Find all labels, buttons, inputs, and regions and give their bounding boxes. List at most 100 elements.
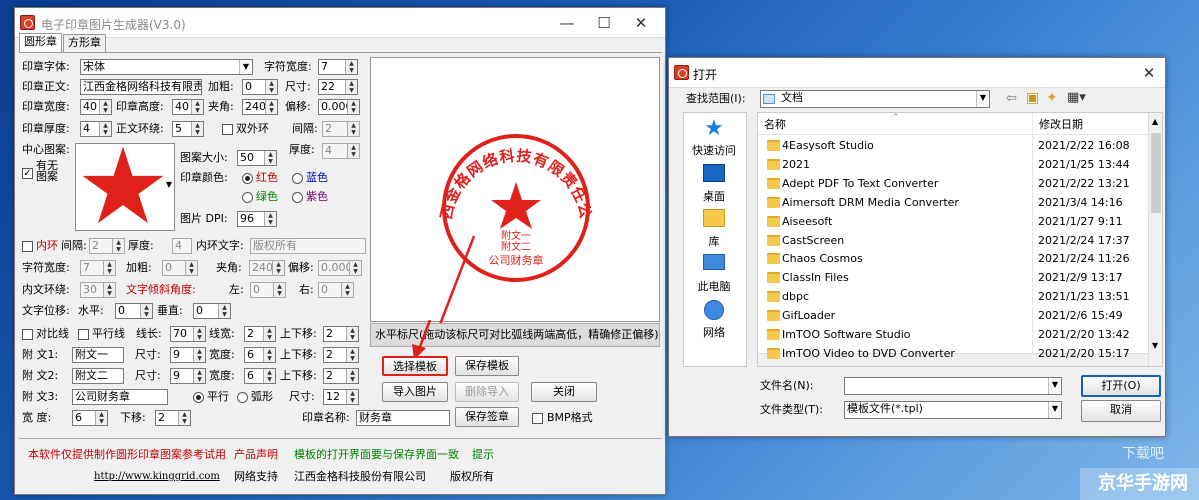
spin-icon[interactable]: ▲ ▼ (341, 283, 353, 297)
computer-icon[interactable] (703, 254, 725, 270)
inner-text-input[interactable]: 版权所有 (250, 238, 366, 254)
ann3-size-stepper[interactable]: 12 ▲ ▼ (323, 389, 359, 405)
left-stepper[interactable]: 0 ▲ ▼ (250, 282, 286, 298)
offset-stepper[interactable]: 0.000 ▲ ▼ (318, 99, 360, 115)
spin-icon[interactable]: ▲ ▼ (264, 212, 276, 226)
spin-icon[interactable]: ▲ ▼ (263, 348, 275, 362)
save-template-button[interactable]: 保存模板 (455, 356, 519, 376)
spin-icon[interactable]: ▲ ▼ (349, 261, 361, 275)
save-seal-button[interactable]: 保存签章 (455, 407, 519, 427)
chevron-down-icon[interactable]: ▼ (976, 91, 989, 107)
look-in-select[interactable]: 文档 ▼ (760, 90, 990, 108)
seal-text-input[interactable]: 江西金格网络科技有限责 (80, 79, 202, 95)
blue-radio[interactable] (292, 173, 303, 184)
spin-icon[interactable]: ▲ ▼ (178, 411, 190, 425)
file-row[interactable]: ClassIn Files 2021/2/9 13:17 (762, 268, 1157, 287)
minimize-button[interactable]: — (553, 12, 581, 34)
horiz-stepper[interactable]: 0 ▲ ▼ (115, 303, 153, 319)
spin-icon[interactable]: ▲ ▼ (193, 327, 205, 341)
double-ring-checkbox[interactable] (222, 124, 233, 135)
pic-preview[interactable]: ▼ (75, 143, 175, 231)
arc-radio[interactable] (237, 392, 248, 403)
spin-icon[interactable]: ▲ ▼ (265, 80, 277, 94)
inner-ring-checkbox[interactable] (22, 241, 33, 252)
maximize-button[interactable]: ☐ (590, 12, 618, 34)
angle-stepper[interactable]: 240 ▲ ▼ (242, 99, 278, 115)
spin-icon[interactable]: ▲ ▼ (346, 327, 358, 341)
tab-square-seal[interactable]: 方形章 (63, 34, 106, 52)
file-row[interactable]: ImTOO Video to DVD Converter 2021/2/20 15… (762, 344, 1157, 363)
new-folder-icon[interactable]: ✦ (1046, 90, 1058, 106)
dialog-close-button[interactable]: ✕ (1135, 62, 1163, 84)
angle2-stepper[interactable]: 240 ▲ ▼ (249, 260, 285, 276)
thick2-stepper[interactable]: 4 ▲ ▼ (322, 143, 360, 159)
import-image-button[interactable]: 导入图片 (382, 382, 448, 402)
spin-icon[interactable]: ▲ ▼ (263, 369, 275, 383)
file-row[interactable]: ImTOO Software Studio 2021/2/20 13:42 (762, 325, 1157, 344)
ann1-width-stepper[interactable]: 6 ▲ ▼ (244, 347, 276, 363)
seal-name-input[interactable]: 财务章 (356, 410, 450, 426)
spin-icon[interactable]: ▲ ▼ (345, 60, 357, 74)
spin-icon[interactable]: ▲ ▼ (264, 151, 276, 165)
file-row[interactable]: 4Easysoft Studio 2021/2/22 16:08 (762, 136, 1157, 155)
ring-stepper[interactable]: 5 ▲ ▼ (172, 121, 204, 137)
spin-icon[interactable]: ▲ ▼ (218, 304, 230, 318)
line-len-stepper[interactable]: 70 ▲ ▼ (170, 326, 206, 342)
font-select[interactable]: 宋体 ▼ (80, 59, 253, 75)
ann3-input[interactable]: 公司财务章 (72, 389, 168, 405)
spin-icon[interactable]: ▲ ▼ (99, 100, 111, 114)
file-row[interactable]: dbpc 2021/1/23 13:51 (762, 287, 1157, 306)
spin-icon[interactable]: ▲ ▼ (345, 80, 357, 94)
filetype-select[interactable]: 模板文件(*.tpl) ▼ (844, 401, 1062, 419)
column-name[interactable]: 名称 (764, 117, 786, 133)
chevron-down-icon[interactable]: ▼ (166, 180, 172, 189)
chevron-down-icon[interactable]: ▼ (1048, 378, 1061, 394)
char-width-stepper[interactable]: 7 ▲ ▼ (318, 59, 358, 75)
spin-icon[interactable]: ▲ ▼ (346, 369, 358, 383)
inner-thick-stepper[interactable]: 4 (172, 238, 192, 254)
gap-stepper[interactable]: 2 ▲ ▼ (322, 121, 360, 137)
spin-icon[interactable]: ▲ ▼ (263, 327, 275, 341)
file-row[interactable]: Aimersoft DRM Media Converter 2021/3/4 14… (762, 193, 1157, 212)
column-date[interactable]: 修改日期 (1039, 117, 1083, 133)
spin-icon[interactable]: ▲ ▼ (347, 100, 359, 114)
ann1-updown-stepper[interactable]: 2 ▲ ▼ (323, 347, 359, 363)
file-row[interactable]: Aiseesoft 2021/1/27 9:11 (762, 212, 1157, 231)
seal-height-stepper[interactable]: 40 ▲ ▼ (172, 99, 204, 115)
spin-icon[interactable]: ▲ ▼ (346, 348, 358, 362)
file-row[interactable]: Chaos Cosmos 2021/2/24 11:26 (762, 249, 1157, 268)
bold2-stepper[interactable]: 0 ▲ ▼ (162, 260, 198, 276)
file-row[interactable]: GifLoader 2021/2/6 15:49 (762, 306, 1157, 325)
red-radio[interactable] (242, 173, 253, 184)
ann2-input[interactable]: 附文二 (72, 368, 124, 384)
close-button[interactable]: 关闭 (531, 382, 597, 402)
file-row[interactable]: CastScreen 2021/2/24 17:37 (762, 231, 1157, 250)
scroll-up-icon[interactable]: ▲ (1152, 117, 1158, 126)
right-stepper[interactable]: 0 ▲ ▼ (318, 282, 354, 298)
product-statement-link[interactable]: 产品声明 (234, 447, 278, 463)
ann2-updown-stepper[interactable]: 2 ▲ ▼ (323, 368, 359, 384)
compare-line-checkbox[interactable] (22, 329, 33, 340)
nav-desktop[interactable]: 桌面 (685, 188, 743, 204)
width-stepper[interactable]: 6 ▲ ▼ (72, 410, 108, 426)
ann2-size-stepper[interactable]: 9 ▲ ▼ (170, 368, 206, 384)
quick-access-icon[interactable]: ★ (703, 118, 725, 140)
spin-icon[interactable]: ▲ ▼ (193, 348, 205, 362)
library-icon[interactable] (703, 209, 725, 227)
spin-icon[interactable]: ▲ ▼ (191, 122, 203, 136)
file-row[interactable]: Adept PDF To Text Converter 2021/2/22 13:… (762, 174, 1157, 193)
spin-icon[interactable]: ▲ ▼ (347, 144, 359, 158)
website-link[interactable]: http://www.kinggrid.com (94, 469, 220, 485)
delete-import-button[interactable]: 删除导入 (455, 382, 519, 402)
spin-icon[interactable]: ▲ ▼ (265, 100, 277, 114)
nav-network[interactable]: 网络 (685, 324, 743, 340)
ann1-input[interactable]: 附文一 (72, 347, 124, 363)
parallel-line-checkbox[interactable] (78, 329, 89, 340)
filename-input[interactable]: ▼ (844, 377, 1062, 395)
purple-radio[interactable] (292, 192, 303, 203)
flat-radio[interactable] (193, 392, 204, 403)
spin-icon[interactable]: ▲ ▼ (140, 304, 152, 318)
ann1-size-stepper[interactable]: 9 ▲ ▼ (170, 347, 206, 363)
green-radio[interactable] (242, 192, 253, 203)
nav-this-pc[interactable]: 此电脑 (685, 278, 743, 294)
